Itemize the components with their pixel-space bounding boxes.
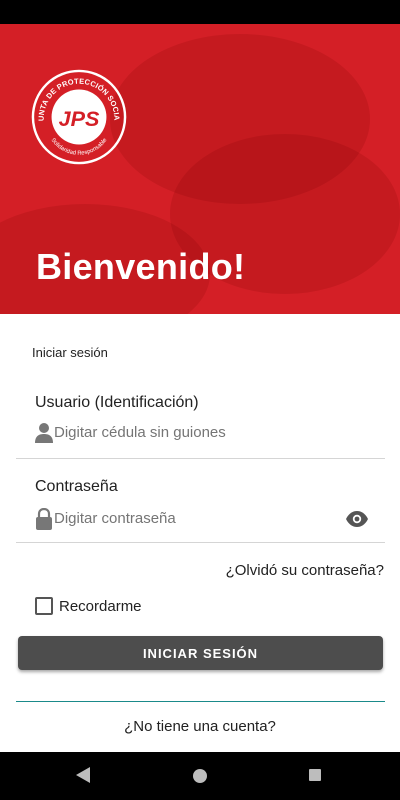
login-button[interactable]: INICIAR SESIÓN (18, 636, 383, 670)
person-icon (35, 423, 53, 443)
signup-link[interactable]: ¿No tiene una cuenta? (0, 718, 400, 735)
recent-apps-square-icon[interactable] (309, 769, 321, 781)
username-field: Usuario (Identificación) (16, 384, 385, 459)
svg-text:JPS: JPS (59, 106, 100, 131)
status-bar (0, 0, 400, 24)
welcome-title: Bienvenido! (36, 246, 246, 287)
login-heading: Iniciar sesión (32, 345, 108, 360)
remember-label: Recordarme (59, 597, 142, 615)
divider (16, 701, 385, 702)
eye-icon[interactable] (345, 511, 369, 527)
hero-banner: JUNTA DE PROTECCIÓN SOCIAL JPS Solidarid… (0, 24, 400, 314)
lock-icon (36, 508, 52, 530)
username-label: Usuario (Identificación) (35, 394, 199, 411)
remember-checkbox[interactable] (35, 597, 53, 615)
password-field: Contraseña (16, 468, 385, 543)
home-circle-icon[interactable] (193, 769, 207, 783)
back-triangle-icon[interactable] (76, 767, 90, 783)
forgot-password-link[interactable]: ¿Olvidó su contraseña? (226, 562, 384, 579)
remember-me[interactable]: Recordarme (35, 596, 142, 616)
password-input[interactable] (54, 510, 334, 527)
username-input[interactable] (54, 424, 334, 441)
password-label: Contraseña (35, 478, 118, 495)
jps-logo-icon: JUNTA DE PROTECCIÓN SOCIAL JPS Solidarid… (30, 68, 127, 165)
